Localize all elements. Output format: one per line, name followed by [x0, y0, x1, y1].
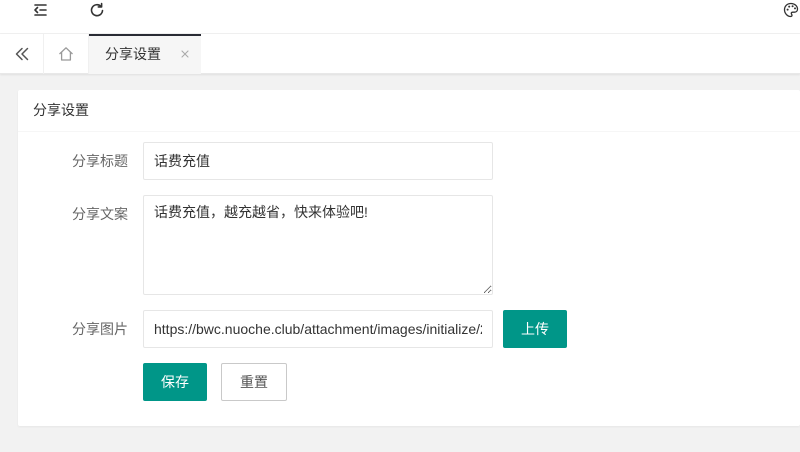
- tab-label: 分享设置: [105, 46, 161, 62]
- theme-button[interactable]: [783, 2, 799, 18]
- tab-home[interactable]: [44, 34, 89, 74]
- share-title-input[interactable]: [143, 142, 493, 180]
- upload-button[interactable]: 上传: [503, 310, 567, 348]
- share-title-control: [143, 142, 493, 180]
- card-title: 分享设置: [18, 90, 800, 132]
- tabs-scroll-left-button[interactable]: [0, 34, 44, 74]
- share-text-label: 分享文案: [72, 206, 128, 222]
- form-item-share-text: 分享文案 话费充值，越充越省，快来体验吧!: [33, 195, 785, 295]
- tab-share-settings[interactable]: 分享设置: [89, 34, 201, 74]
- reset-button[interactable]: 重置: [221, 363, 287, 401]
- share-text-textarea[interactable]: 话费充值，越充越省，快来体验吧!: [143, 195, 493, 295]
- refresh-button[interactable]: [89, 2, 105, 18]
- shrink-menu-icon: [34, 4, 47, 16]
- page-tabs-bar: 分享设置: [0, 34, 800, 74]
- side-menu-toggle[interactable]: [32, 2, 48, 18]
- home-icon: [59, 47, 73, 61]
- refresh-icon: [90, 2, 104, 17]
- double-chevron-left-icon: [15, 47, 28, 61]
- form-item-share-title: 分享标题: [33, 142, 785, 180]
- share-image-url-input[interactable]: [143, 310, 493, 348]
- share-title-label: 分享标题: [72, 153, 128, 169]
- share-image-label: 分享图片: [72, 321, 128, 337]
- tab-close-button[interactable]: [181, 50, 189, 58]
- save-button[interactable]: 保存: [143, 363, 207, 401]
- share-settings-form: 分享标题 分享文案 话费充值，越充越省，快来体验吧! 分享图片 上传 保存 重置: [18, 132, 800, 426]
- close-icon: [181, 50, 189, 58]
- share-image-control: [143, 310, 493, 348]
- form-actions: 保存 重置: [33, 363, 785, 401]
- palette-icon: [783, 2, 799, 18]
- share-settings-card: 分享设置 分享标题 分享文案 话费充值，越充越省，快来体验吧! 分享图片 上传 …: [18, 90, 800, 426]
- share-text-control: 话费充值，越充越省，快来体验吧!: [143, 195, 493, 295]
- top-header: [0, 0, 800, 34]
- form-item-share-image: 分享图片 上传: [33, 310, 785, 348]
